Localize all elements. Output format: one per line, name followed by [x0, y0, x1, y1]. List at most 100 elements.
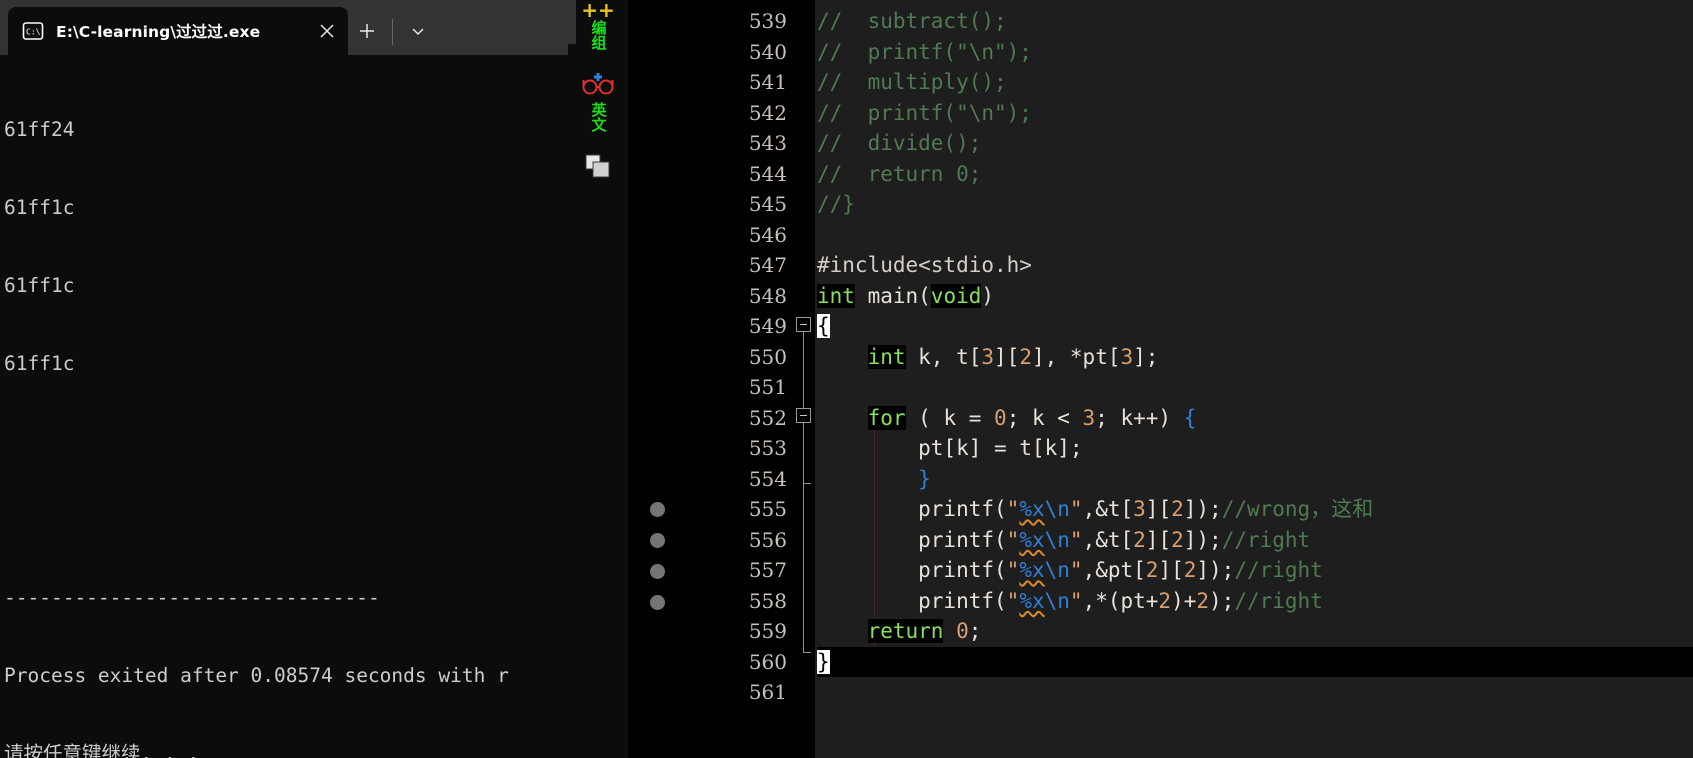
code-text: ,*(pt+: [1082, 588, 1159, 613]
fold-bracket-end: [803, 483, 811, 484]
code-text: ]);: [1196, 558, 1235, 582]
line-number: 557: [748, 558, 787, 582]
code-line-556: printf("%x\n",&t[2][2]);//right: [817, 525, 1693, 556]
group-chinese-icon[interactable]: 编组: [576, 20, 620, 66]
svg-text:C:\: C:\: [26, 28, 41, 37]
line-number: 552: [748, 405, 787, 430]
code-line-543: // divide();: [817, 128, 1693, 159]
chevron-down-icon[interactable]: [399, 12, 437, 50]
code-line-541: // multiply();: [817, 67, 1693, 98]
fold-toggle-549[interactable]: [796, 317, 811, 332]
fold-bracket-end: [803, 652, 811, 653]
code-text: printf(: [817, 558, 1007, 582]
comment-token: //wrong，这和: [1221, 497, 1374, 521]
escape-sequence: \n: [1044, 527, 1070, 552]
code-line-550: int k, t[3][2], *pt[3];: [817, 342, 1693, 373]
line-number: 548: [748, 283, 787, 308]
line-number: 561: [748, 680, 787, 704]
code-editor[interactable]: 539 540 541 542 543 544 545 546 547 548 …: [628, 0, 1693, 758]
line-number: 550: [748, 344, 787, 369]
code-text: ], *pt[: [1031, 344, 1121, 369]
selected-brace: {: [817, 314, 830, 338]
tabbar-divider: [392, 19, 393, 45]
comment-token: //right: [1221, 527, 1311, 552]
fold-toggle-552[interactable]: [796, 408, 811, 423]
code-text: printf(: [817, 588, 1007, 613]
terminal-output[interactable]: 61ff24 61ff1c 61ff1c 61ff1c ------------…: [0, 55, 568, 758]
number-token: 0: [956, 619, 969, 643]
code-text: ( k =: [905, 405, 995, 430]
new-tab-button[interactable]: [348, 12, 386, 50]
number-token: 2: [1196, 588, 1210, 613]
code-folding-gutter[interactable]: [793, 0, 815, 758]
format-specifier: %x: [1019, 527, 1045, 552]
line-number: 539: [748, 9, 787, 33]
code-text: ][: [1145, 497, 1172, 521]
number-token: 0: [994, 405, 1007, 430]
line-number: 547: [748, 253, 787, 277]
terminal-line: 61ff1c: [4, 352, 75, 375]
code-line-549: {: [817, 311, 1693, 342]
close-icon[interactable]: [310, 14, 344, 48]
keyword-void: void: [930, 283, 982, 308]
line-number: 544: [748, 161, 787, 186]
line-number: 560: [748, 649, 787, 674]
terminal-line: 61ff24: [4, 118, 75, 141]
line-number: 558: [748, 588, 787, 613]
code-text: ;: [968, 619, 982, 643]
string-quote: ": [1069, 497, 1083, 521]
keyword-return: return: [867, 619, 944, 643]
code-text: ; k <: [1006, 405, 1083, 430]
code-text: ]);: [1183, 497, 1222, 521]
code-text: printf(: [817, 527, 1007, 552]
code-text: ,&t[: [1082, 527, 1134, 552]
code-line-547: #include<stdio.h>: [817, 250, 1693, 281]
code-text: pt[k] = t[k];: [817, 436, 1083, 460]
cpp-plusplus-icon[interactable]: ++: [576, 0, 620, 20]
marker-dot[interactable]: [650, 564, 665, 579]
line-number: 556: [748, 527, 787, 552]
marker-dot[interactable]: [650, 502, 665, 517]
copy-icon[interactable]: [576, 148, 620, 184]
terminal-line: 61ff1c: [4, 196, 75, 219]
code-text: );: [1209, 588, 1235, 613]
comment-token: // subtract();: [817, 9, 1007, 33]
keyword-for: for: [867, 405, 906, 430]
editor-marker-column[interactable]: [628, 0, 718, 758]
cpp-plusplus-glyph: ++: [581, 0, 615, 20]
code-line-540: // printf("\n");: [817, 37, 1693, 68]
format-specifier: %x: [1019, 497, 1045, 521]
code-line-552: for ( k = 0; k < 3; k++) {: [817, 403, 1693, 434]
floating-toolbar-strip: ++ 编组 英文: [568, 0, 628, 758]
code-content[interactable]: // subtract(); // printf("\n"); // multi…: [815, 0, 1693, 758]
terminal-exit-line: Process exited after 0.08574 seconds wit…: [4, 664, 509, 687]
glasses-icon[interactable]: [576, 66, 620, 102]
translate-chinese-icon[interactable]: 英文: [576, 102, 620, 148]
code-line-539: // subtract();: [817, 6, 1693, 37]
code-text: k, t[: [905, 344, 982, 369]
number-token: 2: [1183, 558, 1197, 582]
code-line-559: return 0;: [817, 616, 1693, 647]
line-number: 555: [748, 497, 787, 521]
escape-sequence: \n: [1044, 497, 1070, 521]
string-quote: ": [1006, 558, 1020, 582]
number-token: 3: [1120, 344, 1134, 369]
fold-bracket-line: [803, 332, 804, 652]
terminal-tab-bar: C:\ E:\C-learning\过过过.exe: [0, 0, 568, 55]
terminal-tab[interactable]: C:\ E:\C-learning\过过过.exe: [8, 7, 348, 55]
marker-dot[interactable]: [650, 595, 665, 610]
escape-sequence: \n: [1044, 558, 1070, 582]
comment-token: //right: [1234, 588, 1323, 613]
code-line-542: // printf("\n");: [817, 98, 1693, 129]
code-line-554: }: [817, 464, 1693, 495]
marker-dot[interactable]: [650, 533, 665, 548]
code-text: main(: [854, 283, 931, 308]
line-number: 545: [748, 192, 787, 216]
terminal-tab-title: E:\C-learning\过过过.exe: [56, 23, 261, 41]
code-line-558: printf("%x\n",*(pt+2)+2);//right: [817, 586, 1693, 617]
code-line-545: //}: [817, 189, 1693, 220]
number-token: 2: [1171, 497, 1184, 521]
